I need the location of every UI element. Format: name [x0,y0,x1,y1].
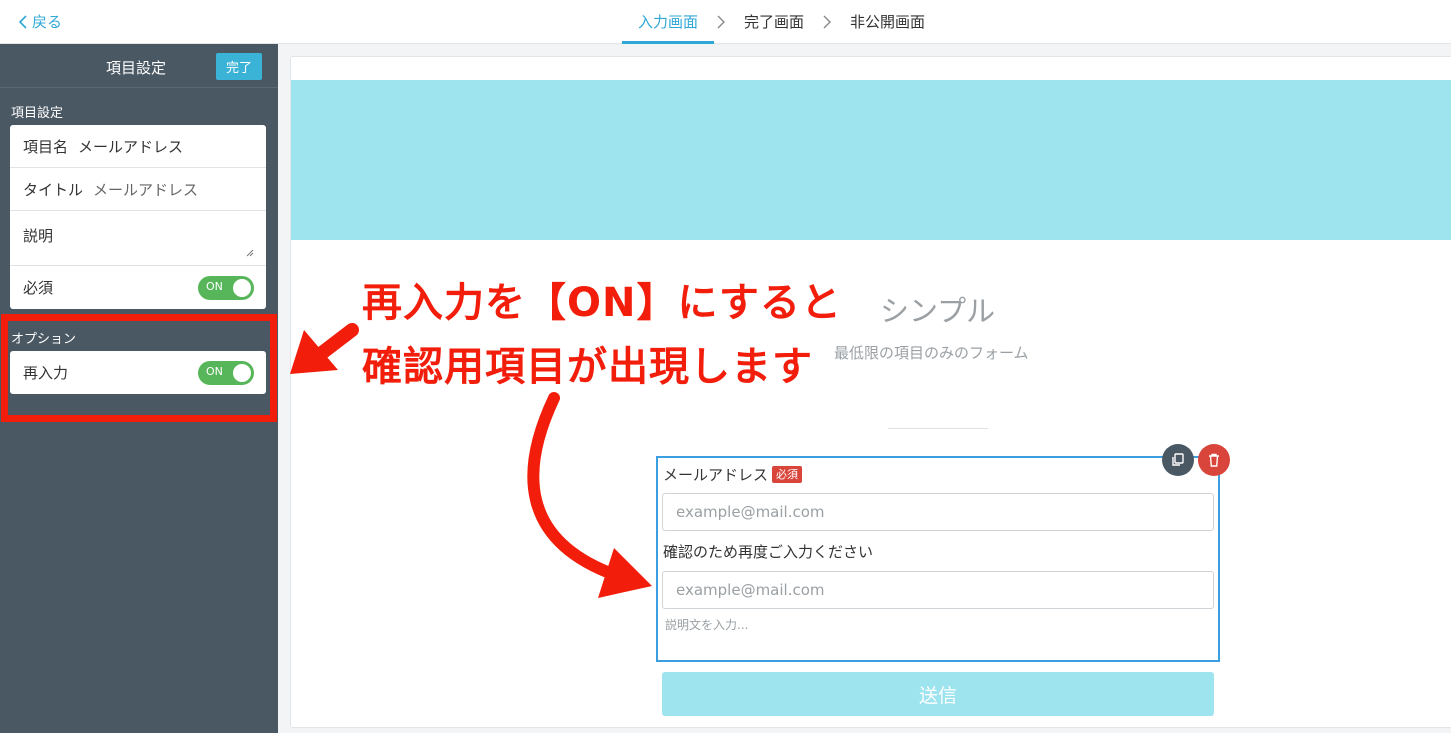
form-header-banner[interactable] [291,80,1451,240]
toggle-state: ON [206,280,223,293]
required-label: 必須 [23,279,54,297]
delete-field-button[interactable] [1198,444,1230,476]
back-link[interactable]: 戻る [18,11,62,32]
top-bar: 戻る 入力画面 完了画面 非公開画面 [0,0,1451,44]
chevron-right-icon [717,15,726,29]
annotation-highlight-box [1,314,277,422]
done-button[interactable]: 完了 [216,53,262,80]
email-field-label: メールアドレス 必須 [663,464,803,485]
sidebar-title: 項目設定 [106,59,167,77]
confirm-label: 確認のため再度ご入力ください [663,543,874,561]
toggle-knob [233,279,251,297]
sidebar-header: 項目設定 完了 [0,44,278,88]
field-description-row[interactable]: 説明 [10,211,266,266]
email-input[interactable]: example@mail.com [662,493,1214,531]
step-input[interactable]: 入力画面 [622,0,715,44]
field-name-value: メールアドレス [78,137,184,156]
field-title-value: メールアドレス [93,180,199,199]
chevron-right-icon [823,15,832,29]
required-badge: 必須 [772,466,803,483]
field-name-row[interactable]: 項目名 メールアドレス [10,125,266,168]
field-title-row[interactable]: タイトル メールアドレス [10,168,266,211]
form-title[interactable]: シンプル [880,288,995,330]
step-private[interactable]: 非公開画面 [834,0,941,44]
email-confirm-input[interactable]: example@mail.com [662,571,1214,609]
field-title-label: タイトル [23,180,84,199]
step-nav: 入力画面 完了画面 非公開画面 [622,0,941,44]
chevron-left-icon [18,14,27,29]
section-label: 項目設定 [11,106,64,121]
submit-button[interactable]: 送信 [662,672,1214,716]
back-label: 戻る [32,13,63,31]
copy-icon [1172,453,1184,466]
trash-icon [1209,453,1219,467]
description-placeholder[interactable]: 説明文を入力... [665,616,748,633]
form-subtitle[interactable]: 最低限の項目のみのフォーム [834,342,1029,363]
email-label-text: メールアドレス [663,466,769,484]
field-settings-card: 項目名 メールアドレス タイトル メールアドレス 説明 必須 ON [10,125,266,309]
required-toggle[interactable]: ON [198,276,254,300]
copy-field-button[interactable] [1162,444,1194,476]
field-name-label: 項目名 [23,137,69,156]
annotation-line-2: 確認用項目が出現します [362,344,813,390]
step-complete[interactable]: 完了画面 [728,0,820,44]
divider [888,428,988,429]
resize-handle-icon[interactable] [246,249,254,257]
annotation-line-1: 再入力を【ON】にすると [362,280,842,326]
field-description-label: 説明 [23,227,54,245]
required-row: 必須 ON [10,266,266,309]
